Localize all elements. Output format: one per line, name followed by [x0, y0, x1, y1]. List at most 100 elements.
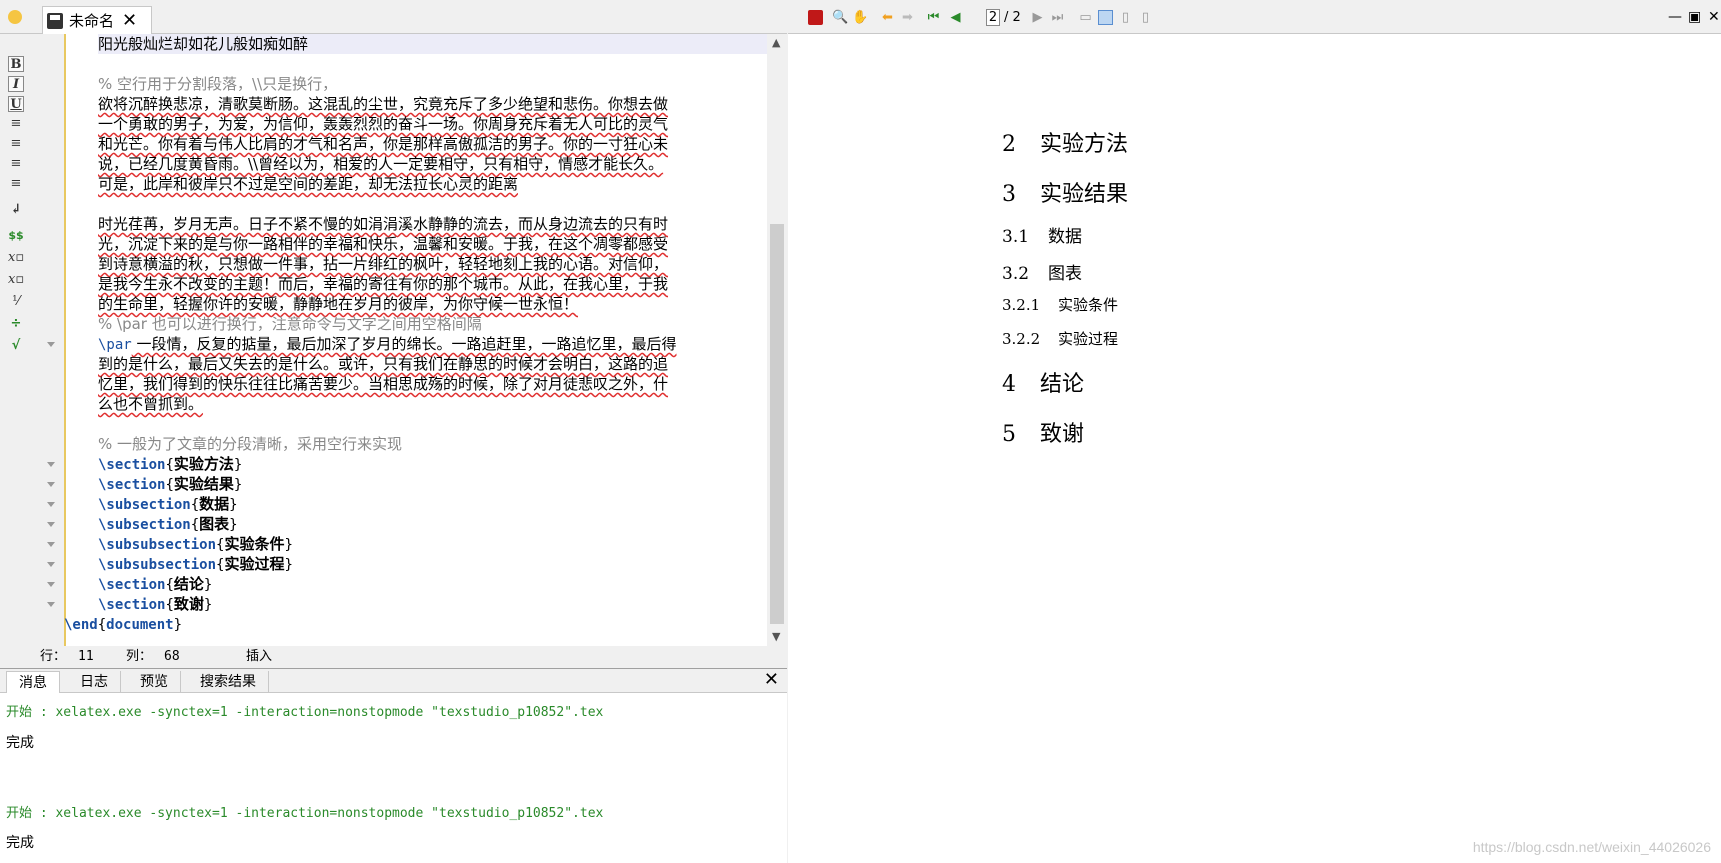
toc-entry[interactable]: 3 实验结果: [1002, 176, 1128, 208]
code-line[interactable]: 说，已经几度黄昏雨。\\曾经以为，相爱的人一定要相守，只有相守，情感才能长久。: [98, 154, 663, 174]
underline-icon[interactable]: U: [8, 96, 24, 112]
fraction-alt-icon[interactable]: ÷: [8, 316, 24, 332]
close-icon[interactable]: ✕: [1708, 9, 1720, 25]
fold-marker[interactable]: [47, 582, 55, 587]
code-line[interactable]: 可是，此岸和彼岸只不过是空间的差距，却无法拉长心灵的距离: [98, 174, 518, 194]
toc-entry[interactable]: 4 结论: [1002, 366, 1084, 398]
restore-icon[interactable]: ▣: [1688, 9, 1701, 25]
code-line[interactable]: \subsubsection{实验条件}: [98, 534, 293, 554]
align-left-icon[interactable]: ≡: [8, 116, 24, 132]
superscript-icon[interactable]: x▫: [8, 272, 24, 288]
close-icon[interactable]: ✕: [764, 670, 779, 690]
zoom-icon[interactable]: 🔍: [832, 10, 848, 25]
fold-marker[interactable]: [47, 562, 55, 567]
single-page-icon[interactable]: [1098, 10, 1113, 25]
tab-search-results[interactable]: 搜索结果: [188, 671, 269, 693]
code-line[interactable]: 一个勇敢的男子，为爱，为信仰，轰轰烈烈的奋斗一场。你周身充斥着无人可比的灵气: [98, 114, 668, 134]
scroll-up-icon[interactable]: ▲: [772, 36, 780, 49]
row-value: 11: [78, 649, 94, 664]
close-icon[interactable]: ✕: [122, 11, 137, 30]
back-icon[interactable]: ⬅: [880, 10, 895, 25]
italic-icon[interactable]: I: [8, 76, 24, 92]
brace-open: {: [190, 497, 200, 513]
toc-entry[interactable]: 3.2.2 实验过程: [1002, 328, 1118, 349]
editor-scrollbar[interactable]: ▲ ▼: [767, 34, 787, 646]
code-line[interactable]: \section{结论}: [98, 574, 212, 594]
toc-entry[interactable]: 3.1 数据: [1002, 222, 1082, 247]
code-line[interactable]: 的生命里，轻握你许的安暖，静静地在岁月的彼岸，为你守候一世永恒！: [98, 294, 578, 314]
back-icon[interactable]: [8, 10, 22, 24]
fit-width-icon[interactable]: ▭: [1078, 10, 1093, 25]
fraction-icon[interactable]: ⅟: [8, 294, 24, 310]
code-line[interactable]: \section{致谢}: [98, 594, 212, 614]
code-line[interactable]: 和光芒。你有着与伟人比肩的才气和名声，你是那样高傲孤洁的男子。你的一寸狂心未: [98, 134, 668, 154]
toc-entry[interactable]: 3.2.1 实验条件: [1002, 294, 1118, 315]
sqrt-icon[interactable]: √: [8, 338, 24, 354]
brace-open: {: [165, 457, 174, 473]
two-page-icon[interactable]: ▯: [1118, 10, 1133, 25]
pdf-icon[interactable]: [808, 10, 823, 25]
code-text: 是我今生永不改变的主题！而后，幸福的寄往有你的那个城市。从此，在我心里，于我: [98, 275, 669, 293]
code-line[interactable]: \section{实验方法}: [98, 454, 242, 474]
code-line[interactable]: % \par 也可以进行换行，注意命令与文字之间用空格间隔: [98, 314, 482, 334]
brace-open: {: [165, 477, 174, 493]
code-line[interactable]: \end{document}: [64, 614, 182, 634]
code-line[interactable]: 欲将沉醉换悲凉，清歌莫断肠。这混乱的尘世，究竟充斥了多少绝望和悲伤。你想去做: [98, 94, 668, 114]
code-line[interactable]: % 空行用于分割段落，\\只是换行，: [98, 74, 337, 94]
code-line[interactable]: 光，沉淀下来的是与你一路相伴的幸福和快乐，温馨和安暖。于我，在这个凋零都感受: [98, 234, 668, 254]
code-line[interactable]: 时光荏苒，岁月无声。日子不紧不慢的如涓涓溪水静静的流去，而从身边流去的只有时: [98, 214, 668, 234]
fold-marker[interactable]: [47, 542, 55, 547]
first-page-icon[interactable]: ⏮: [926, 10, 941, 25]
tab-preview[interactable]: 预览: [128, 671, 181, 693]
fold-marker[interactable]: [47, 602, 55, 607]
toc-entry[interactable]: 2 实验方法: [1002, 126, 1128, 158]
brace-close: }: [173, 617, 183, 633]
message-panel: 消息 日志 预览 搜索结果 ✕ 开始 : xelatex.exe -syncte…: [0, 668, 787, 863]
fold-marker[interactable]: [47, 342, 55, 347]
fold-marker[interactable]: [47, 462, 55, 467]
code-editor[interactable]: 阳光般灿烂却如花儿般如痴如醉 % 空行用于分割段落，\\只是换行， 欲将沉醉换悲凉，…: [64, 34, 767, 646]
tab-log[interactable]: 日志: [68, 671, 121, 693]
forward-icon[interactable]: ➡: [900, 10, 915, 25]
toc-entry[interactable]: 3.2 图表: [1002, 259, 1082, 284]
code-line[interactable]: 到诗意横溢的秋，只想做一件事，拈一片绯红的枫叶，轻轻地刻上我的心语。对信仰，: [98, 254, 668, 274]
code-line[interactable]: 阳光般灿烂却如花儿般如痴如醉: [98, 34, 767, 54]
justify-icon[interactable]: ≡: [8, 176, 24, 192]
newline-icon[interactable]: ↲: [8, 202, 24, 218]
hand-icon[interactable]: ✋: [852, 10, 868, 25]
minimize-icon[interactable]: —: [1668, 9, 1682, 25]
code-line[interactable]: 是我今生永不改变的主题！而后，幸福的寄往有你的那个城市。从此，在我心里，于我: [98, 274, 668, 294]
code-line[interactable]: \subsubsection{实验过程}: [98, 554, 293, 574]
code-line[interactable]: % 一般为了文章的分段清晰，采用空行来实现: [98, 434, 402, 454]
code-line[interactable]: 忆里，我们得到的快乐往往比痛苦要少。当相思成殇的时候，除了对月徒悲叹之外，什: [98, 374, 668, 394]
code-line[interactable]: \par 一段情，反复的掂量，最后加深了岁月的绵长。一路追赶里，一路追忆里，最后…: [98, 334, 677, 354]
toc-entry[interactable]: 5 致谢: [1002, 416, 1084, 448]
code-line[interactable]: \section{实验结果}: [98, 474, 242, 494]
row-label: 行：: [40, 649, 67, 664]
align-right-icon[interactable]: ≡: [8, 156, 24, 172]
fold-gutter: [30, 34, 64, 646]
brace-close: }: [233, 477, 243, 493]
next-page-icon[interactable]: ▶: [1030, 10, 1045, 25]
code-line[interactable]: \subsection{数据}: [98, 494, 238, 514]
scroll-thumb[interactable]: [770, 224, 784, 624]
scroll-down-icon[interactable]: ▼: [772, 630, 780, 643]
math-icon[interactable]: $$: [8, 228, 24, 244]
page-number-input[interactable]: 2: [986, 9, 1000, 26]
prev-page-icon[interactable]: ◀: [948, 10, 963, 25]
grid-view-icon[interactable]: ▯: [1138, 10, 1153, 25]
fold-marker[interactable]: [47, 482, 55, 487]
code-line[interactable]: 么也不曾抓到。: [98, 394, 203, 414]
tab-messages[interactable]: 消息: [6, 671, 60, 693]
fold-marker[interactable]: [47, 522, 55, 527]
toc-title: 致谢: [1040, 422, 1085, 447]
last-page-icon[interactable]: ⏭: [1050, 10, 1065, 25]
align-center-icon[interactable]: ≡: [8, 136, 24, 152]
code-line[interactable]: \subsection{图表}: [98, 514, 238, 534]
code-line[interactable]: 到的是什么，最后又失去的是什么。或许，只有我们在静思的时候才会明白，这路的追: [98, 354, 668, 374]
fold-marker[interactable]: [47, 502, 55, 507]
subscript-icon[interactable]: x▫: [8, 250, 24, 266]
page-total: / 2: [1004, 10, 1021, 25]
bold-icon[interactable]: B: [8, 56, 24, 72]
tab-untitled[interactable]: 未命名 ✕: [42, 6, 152, 34]
